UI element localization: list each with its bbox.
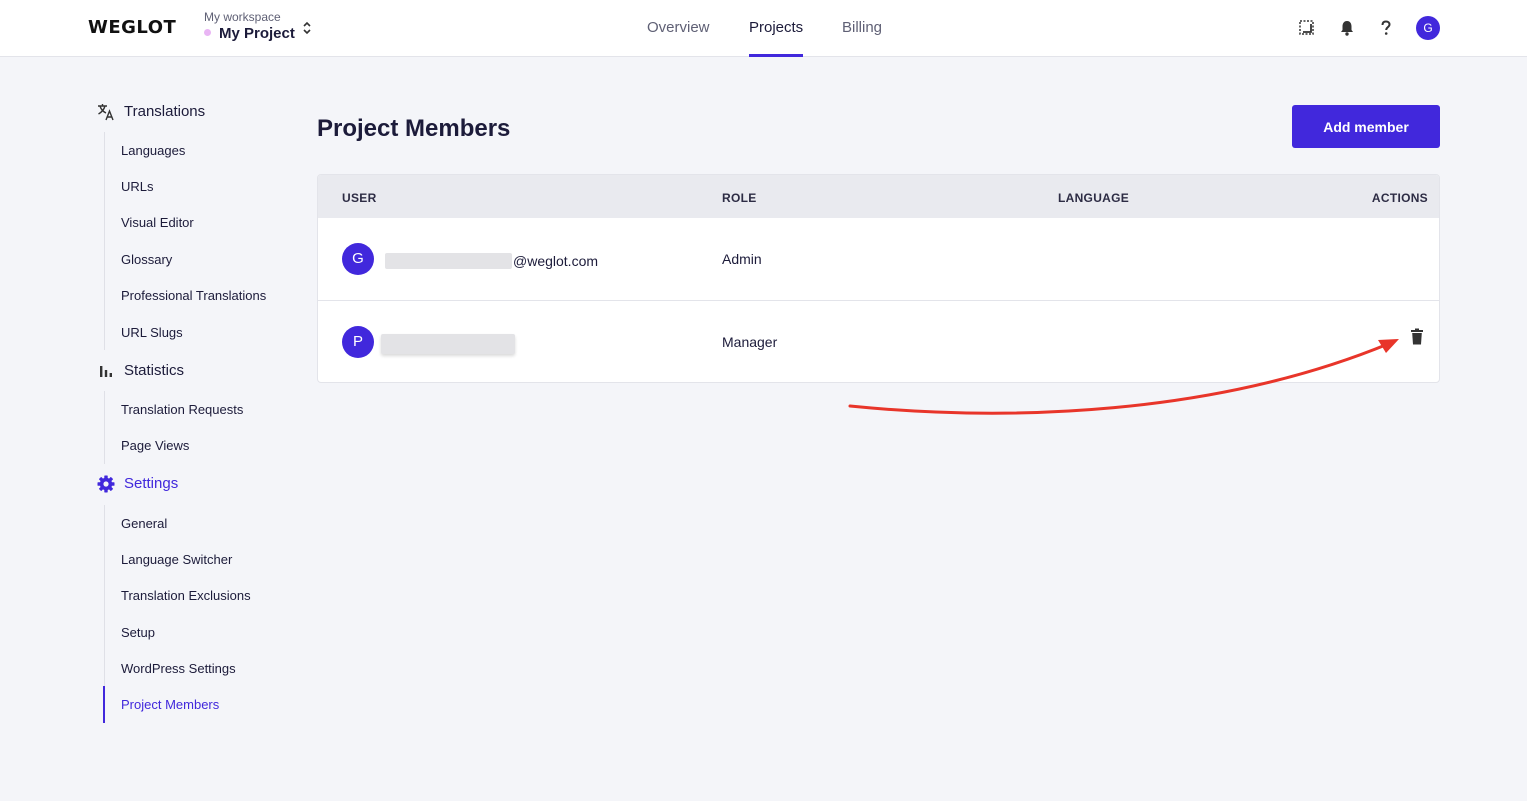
sidebar-item-translation-exclusions[interactable]: Translation Exclusions xyxy=(121,588,251,603)
sidebar-item-visual-editor[interactable]: Visual Editor xyxy=(121,215,194,230)
tab-projects[interactable]: Projects xyxy=(749,19,803,36)
redacted-member-name xyxy=(381,334,515,354)
sidebar-item-project-members[interactable]: Project Members xyxy=(121,697,219,712)
table-row: P Manager xyxy=(318,300,1439,382)
tour-icon[interactable] xyxy=(1297,18,1317,38)
column-header-user: USER xyxy=(342,191,377,205)
page-title: Project Members xyxy=(317,115,511,142)
sidebar-item-translation-requests[interactable]: Translation Requests xyxy=(121,402,243,417)
sidebar-item-setup[interactable]: Setup xyxy=(121,625,155,640)
column-header-role: ROLE xyxy=(722,191,757,205)
member-avatar: P xyxy=(342,326,374,358)
member-role: Manager xyxy=(722,334,778,350)
table-header: USER ROLE LANGUAGE ACTIONS xyxy=(318,175,1439,218)
sidebar-item-glossary[interactable]: Glossary xyxy=(121,252,172,267)
tab-overview[interactable]: Overview xyxy=(647,19,710,36)
tab-billing[interactable]: Billing xyxy=(842,19,882,36)
project-color-dot xyxy=(204,29,211,36)
table-row: G @weglot.com Admin xyxy=(318,218,1439,301)
sidebar-item-page-views[interactable]: Page Views xyxy=(121,438,189,453)
sidebar-active-indicator xyxy=(103,686,105,723)
translate-icon xyxy=(98,104,114,121)
workspace-label: My workspace xyxy=(204,10,281,24)
user-avatar[interactable]: G xyxy=(1416,16,1440,40)
sidebar-item-language-switcher[interactable]: Language Switcher xyxy=(121,552,232,567)
column-header-actions: ACTIONS xyxy=(1371,191,1428,205)
bell-icon[interactable] xyxy=(1337,18,1357,38)
sidebar-item-general[interactable]: General xyxy=(121,516,167,531)
sidebar-item-wordpress-settings[interactable]: WordPress Settings xyxy=(121,661,236,676)
weglot-logo[interactable]: WEGLOT xyxy=(88,17,176,38)
trash-icon[interactable] xyxy=(1410,328,1424,345)
sidebar-item-languages[interactable]: Languages xyxy=(121,143,185,158)
gear-icon xyxy=(97,475,115,493)
top-navigation-bar: WEGLOT My workspace My Project Overview … xyxy=(0,0,1527,57)
sidebar-group-label: Translations xyxy=(124,103,206,120)
bar-chart-icon xyxy=(100,366,112,377)
active-tab-indicator xyxy=(749,54,803,57)
sidebar-item-professional-translations[interactable]: Professional Translations xyxy=(121,288,266,303)
project-name: My Project xyxy=(219,25,295,42)
sidebar-group-label: Statistics xyxy=(124,362,185,379)
workspace-switcher[interactable]: My workspace My Project xyxy=(204,10,311,42)
chevron-updown-icon[interactable] xyxy=(302,20,312,36)
help-icon[interactable] xyxy=(1376,18,1396,38)
project-selector[interactable]: My Project xyxy=(204,25,295,43)
column-header-language: LANGUAGE xyxy=(1058,191,1130,205)
members-table: USER ROLE LANGUAGE ACTIONS G @weglot.com… xyxy=(317,174,1440,383)
sidebar-divider-statistics xyxy=(104,391,105,464)
sidebar-group-label: Settings xyxy=(124,475,179,492)
sidebar-divider-translations xyxy=(104,132,105,350)
sidebar-item-url-slugs[interactable]: URL Slugs xyxy=(121,325,183,340)
member-email-domain: @weglot.com xyxy=(513,253,599,269)
sidebar-item-urls[interactable]: URLs xyxy=(121,179,154,194)
member-avatar: G xyxy=(342,243,374,275)
add-member-button[interactable]: Add member xyxy=(1292,105,1440,148)
member-role: Admin xyxy=(722,251,762,267)
redacted-email-name xyxy=(385,253,512,269)
